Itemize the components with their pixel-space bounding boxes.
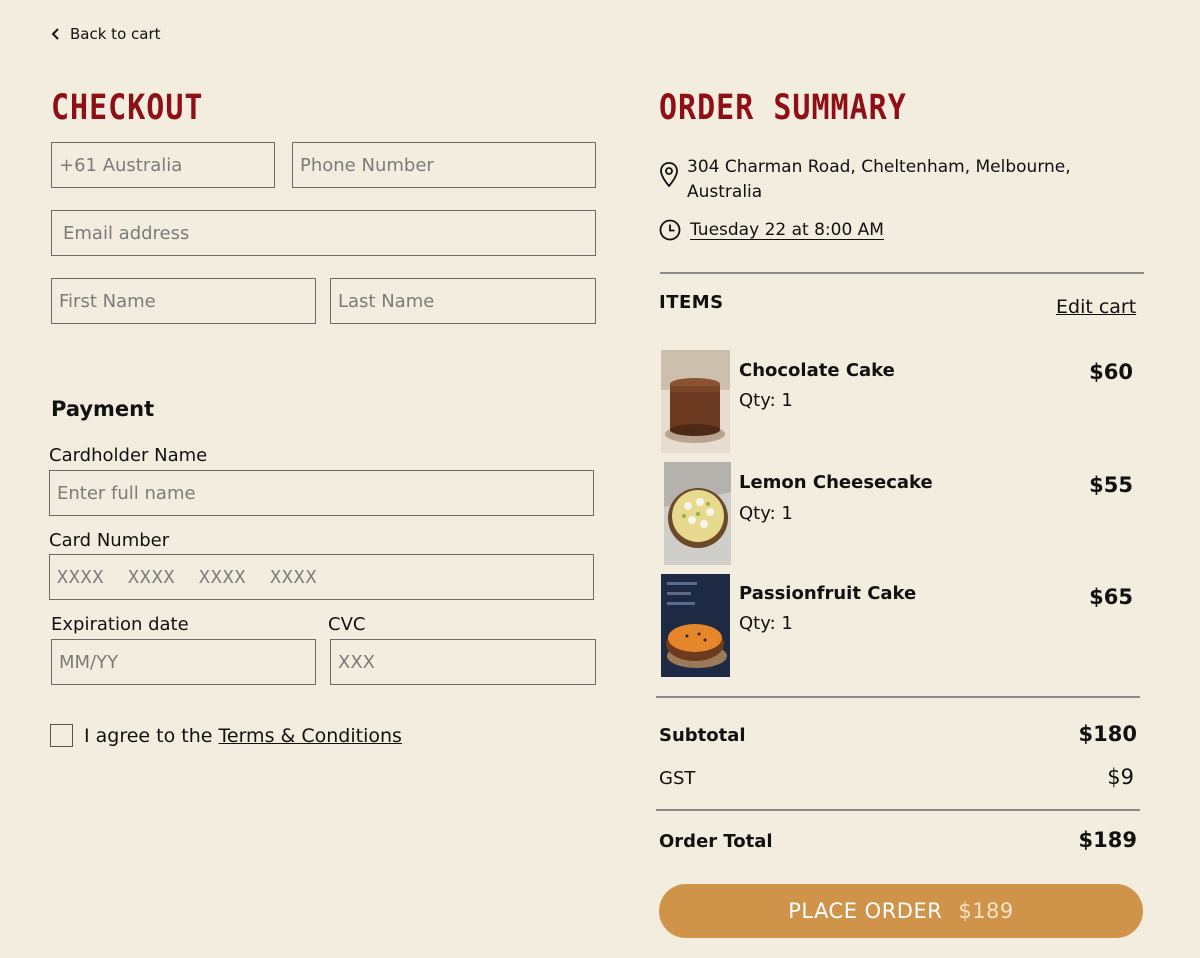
divider	[660, 272, 1144, 274]
address-text: 304 Charman Road, Cheltenham, Melbourne,…	[687, 157, 1071, 202]
subtotal-row: Subtotal $180	[659, 722, 1137, 746]
card-number-label: Card Number	[49, 530, 170, 551]
expiration-date-field[interactable]	[51, 639, 316, 685]
order-summary-title: ORDER SUMMARY	[659, 88, 907, 129]
terms-prefix: I agree to the	[84, 724, 213, 747]
terms-link[interactable]: Terms & Conditions	[219, 725, 402, 747]
last-name-field[interactable]	[330, 278, 596, 324]
back-to-cart-label: Back to cart	[70, 25, 161, 43]
pickup-time-text[interactable]: Tuesday 22 at 8:00 AM	[690, 220, 884, 240]
email-field[interactable]	[51, 210, 596, 256]
cardholder-name-label: Cardholder Name	[49, 445, 208, 466]
gst-label: GST	[659, 768, 696, 789]
cart-item: Passionfruit Cake Qty: 1 $65	[661, 574, 1136, 677]
order-total-label: Order Total	[659, 831, 773, 852]
checkout-page: Back to cart CHECKOUT Payment Cardholder…	[0, 0, 1200, 958]
pickup-time: Tuesday 22 at 8:00 AM	[659, 219, 884, 241]
chevron-left-icon	[51, 28, 59, 40]
cart-item: Lemon Cheesecake Qty: 1 $55	[661, 462, 1136, 565]
item-price: $55	[1089, 473, 1133, 497]
item-qty: Qty: 1	[739, 613, 793, 634]
item-price: $65	[1089, 585, 1133, 609]
subtotal-label: Subtotal	[659, 725, 746, 746]
item-name: Chocolate Cake	[739, 360, 895, 381]
divider	[656, 809, 1140, 811]
phone-number-field[interactable]	[292, 142, 596, 188]
back-to-cart-link[interactable]: Back to cart	[50, 25, 161, 43]
country-code-field[interactable]	[51, 142, 275, 188]
checkout-title: CHECKOUT	[51, 88, 204, 129]
cart-item: Chocolate Cake Qty: 1 $60	[661, 350, 1136, 453]
gst-row: GST $9	[659, 765, 1134, 789]
order-total-value: $189	[1078, 828, 1137, 852]
passionfruit-cake-image	[661, 574, 730, 677]
item-price: $60	[1089, 360, 1133, 384]
card-number-field[interactable]	[49, 554, 594, 600]
place-order-amount: $189	[958, 899, 1014, 923]
items-label: ITEMS	[659, 292, 724, 313]
terms-checkbox[interactable]	[50, 724, 73, 747]
cardholder-name-field[interactable]	[49, 470, 594, 516]
chocolate-cake-image	[661, 350, 730, 453]
place-order-button[interactable]: PLACE ORDER $189	[659, 884, 1143, 938]
divider	[656, 696, 1140, 698]
location-pin-icon	[660, 162, 678, 188]
edit-cart-link[interactable]: Edit cart	[1056, 296, 1136, 318]
terms-agreement: I agree to the Terms & Conditions	[50, 724, 402, 747]
order-total-row: Order Total $189	[659, 828, 1137, 852]
item-qty: Qty: 1	[739, 503, 793, 524]
clock-icon	[659, 219, 681, 241]
subtotal-value: $180	[1078, 722, 1137, 746]
item-name: Lemon Cheesecake	[739, 472, 933, 493]
payment-title: Payment	[51, 397, 155, 421]
pickup-address: 304 Charman Road, Cheltenham, Melbourne,…	[659, 155, 1099, 205]
item-name: Passionfruit Cake	[739, 583, 917, 604]
place-order-label: PLACE ORDER	[788, 899, 943, 923]
first-name-field[interactable]	[51, 278, 316, 324]
item-qty: Qty: 1	[739, 390, 793, 411]
gst-value: $9	[1107, 765, 1134, 789]
lemon-cheesecake-image	[664, 462, 731, 565]
cvc-label: CVC	[328, 614, 366, 635]
expiration-date-label: Expiration date	[51, 614, 189, 635]
cvc-field[interactable]	[330, 639, 596, 685]
